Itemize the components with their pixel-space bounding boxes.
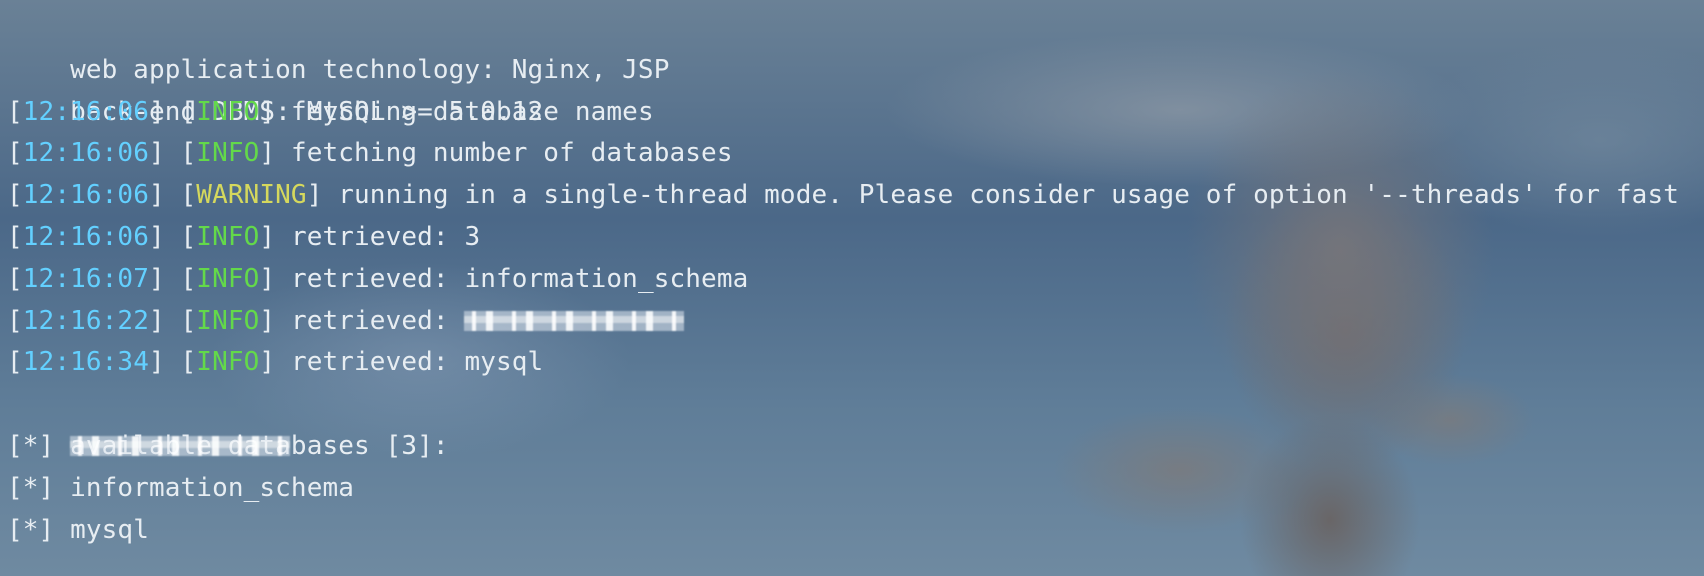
log-line: [12:16:34] [INFO] retrieved: mysql	[7, 347, 544, 378]
log-message: running in a single-thread mode. Please …	[338, 180, 1679, 211]
log-level-info: INFO	[196, 263, 260, 294]
terminal-line: available databases [3]:	[7, 384, 1704, 461]
log-level-info: INFO	[196, 305, 260, 336]
timestamp: 12:16:07	[22, 263, 149, 294]
log-message: fetching number of databases	[290, 138, 733, 169]
log-line: [12:16:22] [INFO] retrieved:	[7, 301, 1704, 343]
list-bullet: [*]	[7, 430, 55, 461]
log-line: [12:16:06] [INFO] fetching number of dat…	[7, 138, 733, 169]
log-level-info: INFO	[196, 221, 260, 252]
terminal-output: web application technology: Nginx, JSP b…	[7, 8, 1704, 551]
log-level-warning: WARNING	[196, 180, 307, 211]
log-message: retrieved: mysql	[290, 347, 544, 378]
log-message: retrieved:	[290, 305, 449, 336]
log-message: retrieved: information_schema	[290, 263, 749, 294]
database-name: mysql	[70, 514, 149, 545]
database-name: information_schema	[70, 472, 355, 503]
log-line: [12:16:06] [WARNING] running in a single…	[7, 180, 1679, 211]
redacted-database-name	[464, 311, 685, 332]
log-line: [12:16:06] [INFO] retrieved: 3	[7, 221, 481, 252]
database-list-item: [*] mysql	[7, 510, 1704, 552]
database-list-item: [*] information_schema	[7, 468, 1704, 510]
line-text: web application technology: Nginx, JSP	[70, 54, 670, 85]
log-level-info: INFO	[196, 138, 260, 169]
timestamp: 12:16:34	[22, 347, 149, 378]
timestamp: 12:16:06	[22, 221, 149, 252]
log-level-info: INFO	[196, 96, 260, 127]
timestamp: 12:16:22	[22, 305, 149, 336]
terminal-line: web application technology: Nginx, JSP	[7, 8, 1704, 85]
list-bullet: [*]	[7, 514, 55, 545]
list-bullet: [*]	[7, 472, 55, 503]
redacted-database-name	[70, 436, 291, 457]
log-line: [12:16:06] [INFO] fetching database name…	[7, 96, 654, 127]
timestamp: 12:16:06	[22, 138, 149, 169]
log-level-info: INFO	[196, 347, 260, 378]
timestamp: 12:16:06	[22, 96, 149, 127]
database-list-item: [*]	[7, 426, 1704, 468]
log-message: fetching database names	[290, 96, 654, 127]
log-line: [12:16:07] [INFO] retrieved: information…	[7, 263, 749, 294]
timestamp: 12:16:06	[22, 180, 149, 211]
log-message: retrieved: 3	[290, 221, 481, 252]
